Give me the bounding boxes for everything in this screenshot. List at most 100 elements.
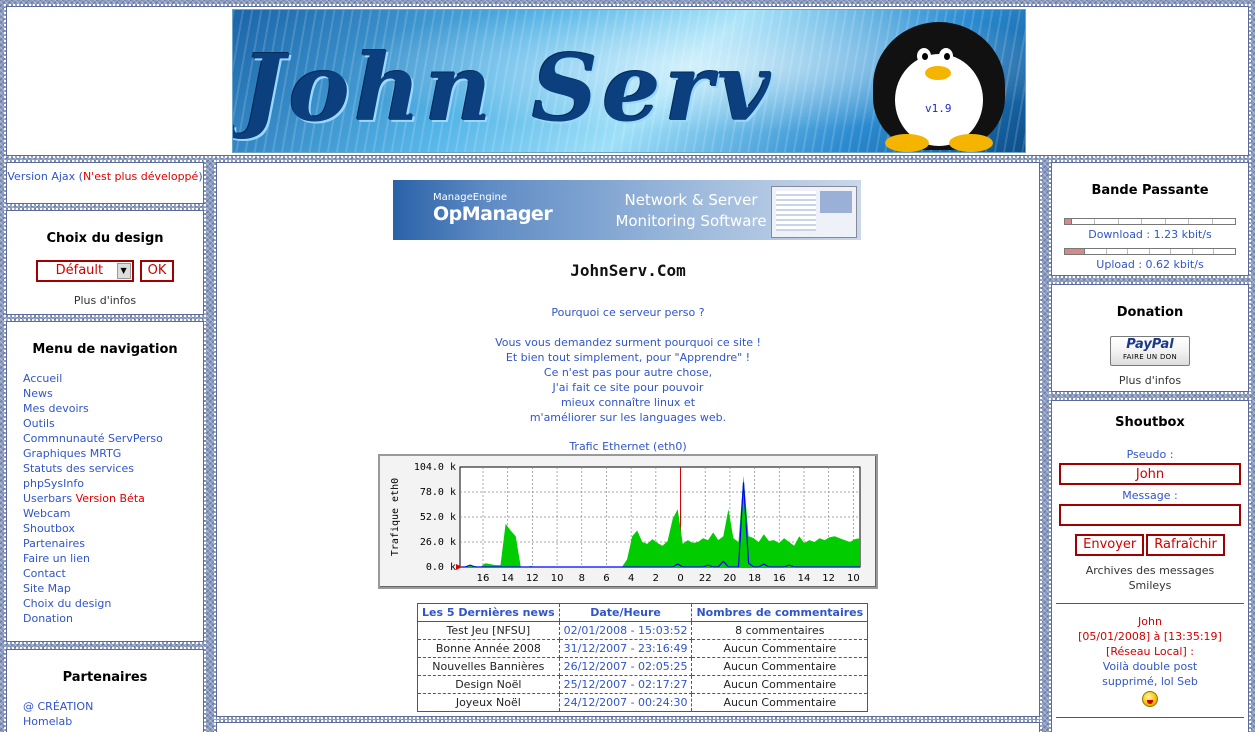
nav-item-partenaires[interactable]: Partenaires [23, 536, 203, 551]
nav-item-webcam[interactable]: Webcam [23, 506, 203, 521]
smileys-link[interactable]: Smileys [1052, 578, 1248, 593]
latest-news-table: Les 5 Dernières news Date/Heure Nombres … [417, 603, 869, 712]
site-banner[interactable]: John Serv v1.9 [232, 9, 1026, 153]
news-comments-link[interactable]: 8 commentaires [691, 621, 869, 640]
nav-item-news[interactable]: News [23, 386, 203, 401]
message-label: Message : [1122, 489, 1178, 502]
nav-item-userbars[interactable]: Userbars Version Béta [23, 491, 203, 506]
table-row: Nouvelles Bannières 26/12/2007 - 02:05:2… [417, 657, 869, 676]
ad-tagline-line: Monitoring Software [615, 212, 767, 230]
intro-line: J'ai fait ce site pour pouvoir [552, 381, 704, 394]
paypal-donate-button[interactable]: PayPal FAIRE UN DON [1110, 336, 1190, 366]
nav-item-graphiques-mrtg[interactable]: Graphiques MRTG [23, 446, 203, 461]
bandwidth-title: Bande Passante [1091, 183, 1209, 198]
traffic-caption[interactable]: Trafic Ethernet (eth0) [217, 440, 1039, 453]
donation-info-link[interactable]: Plus d'infos [1052, 374, 1248, 387]
x-tick-label: 12 [822, 573, 835, 584]
news-date: 31/12/2007 - 23:16:49 [559, 639, 693, 658]
nav-item-donation[interactable]: Donation [23, 611, 203, 626]
x-tick-label: 6 [603, 573, 609, 584]
nav-item-label: Statuts des services [23, 462, 134, 475]
nav-item-label: Userbars [23, 492, 73, 505]
shoutbox-box: Shoutbox Pseudo : Message : Envoyer Rafr… [1049, 398, 1251, 732]
news-comments-link[interactable]: Aucun Commentaire [691, 657, 869, 676]
banner-version: v1.9 [925, 102, 952, 115]
news-comments-link[interactable]: Aucun Commentaire [691, 639, 869, 658]
ajax-version-link[interactable]: Version Ajax (N'est plus développé) [7, 170, 202, 183]
beta-badge: Version Béta [75, 492, 145, 505]
send-button[interactable]: Envoyer [1075, 534, 1145, 556]
x-tick-label: 4 [628, 573, 634, 584]
x-tick-label: 18 [748, 573, 761, 584]
table-row: Joyeux Noël 24/12/2007 - 00:24:30 Aucun … [417, 693, 869, 712]
refresh-button[interactable]: Rafraîchir [1146, 534, 1225, 556]
ad-banner[interactable]: ManageEngine OpManager Network & Server … [393, 180, 861, 240]
message-text-line: Voilà double post [1102, 660, 1198, 673]
intro-heading: Pourquoi ce serveur perso ? [551, 306, 705, 319]
partner-link[interactable]: Homelab [23, 714, 203, 729]
column-header: Les 5 Dernières news [417, 603, 560, 622]
design-select[interactable]: Défault ▼ [35, 260, 134, 282]
nav-item-label: Accueil [23, 372, 63, 385]
nav-box-title: Menu de navigation [32, 342, 178, 357]
shoutbox-buttons: Envoyer Rafraîchir [1052, 534, 1248, 556]
divider [1056, 603, 1244, 604]
news-title-link[interactable]: Joyeux Noël [417, 693, 560, 712]
smiley-tongue-icon [1142, 691, 1158, 707]
ajax-prefix: Version Ajax ( [7, 170, 83, 183]
nav-item-communaute[interactable]: Commnunauté ServPerso [23, 431, 203, 446]
design-info-link[interactable]: Plus d'infos [7, 294, 203, 307]
column-header: Date/Heure [559, 603, 693, 622]
x-tick-label: 14 [798, 573, 811, 584]
ajax-version-box: Version Ajax (N'est plus développé) [4, 160, 206, 206]
ad-tagline: Network & Server Monitoring Software [611, 190, 771, 232]
upload-bar [1064, 248, 1236, 255]
nav-item-shoutbox[interactable]: Shoutbox [23, 521, 203, 536]
navigation-menu-box: Menu de navigation Accueil News Mes devo… [4, 319, 206, 644]
news-comments-link[interactable]: Aucun Commentaire [691, 693, 869, 712]
design-choice-box: Choix du design Défault ▼ OK Plus d'info… [4, 208, 206, 317]
nav-item-outils[interactable]: Outils [23, 416, 203, 431]
nav-item-site-map[interactable]: Site Map [23, 581, 203, 596]
news-title-link[interactable]: Nouvelles Bannières [417, 657, 560, 676]
nav-item-label: Graphiques MRTG [23, 447, 122, 460]
table-row: Test Jeu [NFSU] 02/01/2008 - 15:03:52 8 … [417, 621, 869, 640]
news-title-link[interactable]: Bonne Année 2008 [417, 639, 560, 658]
archives-link[interactable]: Archives des messages [1052, 563, 1248, 578]
news-comments-link[interactable]: Aucun Commentaire [691, 675, 869, 694]
paypal-logo: PayPal [1126, 337, 1174, 352]
nav-item-label: Faire un lien [23, 552, 90, 565]
y-tick-label: 78.0 k [420, 487, 456, 498]
nav-item-choix-design[interactable]: Choix du design [23, 596, 203, 611]
design-ok-button[interactable]: OK [139, 260, 175, 282]
intro-line: Vous vous demandez surment pourquoi ce s… [495, 336, 761, 349]
nav-item-label: Mes devoirs [23, 402, 89, 415]
traffic-graph[interactable]: 0.0 k 26.0 k 52.0 k 78.0 k 104.0 k 16 14 12 10 8 6… [378, 454, 878, 589]
y-tick-label: 104.0 k [414, 462, 456, 473]
nav-item-faire-un-lien[interactable]: Faire un lien [23, 551, 203, 566]
shoutbox-title: Shoutbox [1115, 415, 1185, 430]
table-row: Design Noël 25/12/2007 - 02:17:27 Aucun … [417, 675, 869, 694]
page-title: JohnServ.Com [570, 261, 686, 280]
nav-item-label: Site Map [23, 582, 71, 595]
download-bar [1064, 218, 1236, 225]
nav-item-contact[interactable]: Contact [23, 566, 203, 581]
nav-item-accueil[interactable]: Accueil [23, 371, 203, 386]
nav-item-phpsysinfo[interactable]: phpSysInfo [23, 476, 203, 491]
x-tick-label: 0 [677, 573, 683, 584]
nav-item-mes-devoirs[interactable]: Mes devoirs [23, 401, 203, 416]
divider [1056, 717, 1244, 718]
partner-link[interactable]: @ CRÉATION [23, 699, 203, 714]
nav-item-statuts[interactable]: Statuts des services [23, 461, 203, 476]
news-title-link[interactable]: Design Noël [417, 675, 560, 694]
shoutbox-message: John [05/01/2008] à [13:35:19] [Réseau L… [1052, 614, 1248, 707]
message-input[interactable] [1059, 504, 1241, 526]
pseudo-input[interactable] [1059, 463, 1241, 485]
ad-brand-small: ManageEngine [433, 192, 507, 203]
news-title-link[interactable]: Test Jeu [NFSU] [417, 621, 560, 640]
x-tick-label: 14 [501, 573, 514, 584]
news-date: 26/12/2007 - 02:05:25 [559, 657, 693, 676]
chevron-down-icon[interactable]: ▼ [116, 263, 131, 279]
ad-tagline-line: Network & Server [624, 191, 758, 209]
nav-item-label: Commnunauté ServPerso [23, 432, 163, 445]
